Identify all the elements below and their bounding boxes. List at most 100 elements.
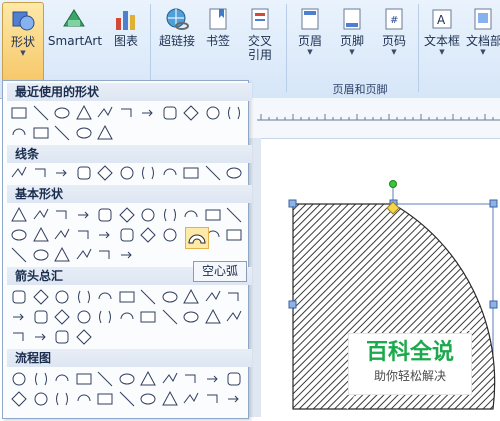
shape-option[interactable] [224,225,244,245]
shape-option[interactable] [74,245,94,265]
shape-option[interactable] [117,369,137,389]
shape-option[interactable] [203,369,223,389]
shape-option[interactable] [117,245,137,265]
shape-option[interactable] [95,369,115,389]
shape-option[interactable] [224,163,244,183]
shape-option[interactable] [203,307,223,327]
shape-option[interactable] [52,205,72,225]
shape-option[interactable] [31,245,51,265]
shape-option[interactable] [31,225,51,245]
shape-option[interactable] [52,103,72,123]
block-arc-shape-highlight[interactable] [185,227,209,249]
shape-option[interactable] [181,307,201,327]
shape-option[interactable] [52,307,72,327]
shape-option[interactable] [138,225,158,245]
shape-option[interactable] [74,369,94,389]
resize-handle[interactable] [489,199,498,208]
shape-option[interactable] [224,389,244,409]
shape-option[interactable] [138,369,158,389]
chart-button[interactable]: 图表 [108,2,144,48]
shape-option[interactable] [117,389,137,409]
shape-option[interactable] [9,245,29,265]
shape-option[interactable] [31,205,51,225]
shape-option[interactable] [181,369,201,389]
shape-option[interactable] [117,103,137,123]
shape-option[interactable] [9,389,29,409]
shape-option[interactable] [138,389,158,409]
shape-option[interactable] [31,389,51,409]
shape-option[interactable] [9,307,29,327]
shape-option[interactable] [9,123,29,143]
shape-option[interactable] [224,369,244,389]
shape-option[interactable] [9,225,29,245]
shape-option[interactable] [52,225,72,245]
shape-option[interactable] [203,103,223,123]
shape-option[interactable] [95,307,115,327]
shape-option[interactable] [117,287,137,307]
shape-option[interactable] [74,225,94,245]
shape-option[interactable] [138,103,158,123]
shape-option[interactable] [181,389,201,409]
shapes-button[interactable]: 形状 ▼ [2,2,44,84]
document-parts-button[interactable]: 文档部 ▼ [466,2,500,57]
shape-option[interactable] [138,163,158,183]
shape-option[interactable] [138,307,158,327]
shape-option[interactable] [117,205,137,225]
shape-option[interactable] [31,103,51,123]
shape-option[interactable] [160,205,180,225]
shape-option[interactable] [117,225,137,245]
shape-option[interactable] [138,287,158,307]
shape-option[interactable] [9,327,29,347]
shape-option[interactable] [95,245,115,265]
shape-option[interactable] [224,307,244,327]
shape-option[interactable] [181,103,201,123]
shape-option[interactable] [31,369,51,389]
shape-option[interactable] [203,287,223,307]
shape-option[interactable] [95,389,115,409]
shape-option[interactable] [117,307,137,327]
shape-option[interactable] [203,205,223,225]
shape-option[interactable] [160,369,180,389]
shape-option[interactable] [95,205,115,225]
hyperlink-button[interactable]: 超链接 [155,2,199,48]
bookmark-button[interactable]: 书签 [202,2,234,48]
shape-option[interactable] [181,163,201,183]
shape-option[interactable] [160,287,180,307]
page-number-button[interactable]: # 页码 ▼ [376,2,412,57]
resize-handle[interactable] [288,300,297,309]
shape-option[interactable] [9,103,29,123]
shape-option[interactable] [9,287,29,307]
shape-option[interactable] [74,287,94,307]
shape-option[interactable] [52,389,72,409]
shape-option[interactable] [31,287,51,307]
shape-option[interactable] [9,205,29,225]
shape-option[interactable] [160,389,180,409]
shape-option[interactable] [74,327,94,347]
shape-option[interactable] [52,123,72,143]
shape-option[interactable] [9,369,29,389]
shape-option[interactable] [52,287,72,307]
shape-option[interactable] [74,103,94,123]
shape-option[interactable] [52,245,72,265]
shape-option[interactable] [74,389,94,409]
shape-option[interactable] [160,163,180,183]
shape-option[interactable] [160,103,180,123]
shape-option[interactable] [52,327,72,347]
shape-option[interactable] [31,327,51,347]
rotation-handle[interactable] [389,180,397,188]
shape-option[interactable] [181,205,201,225]
shape-option[interactable] [52,163,72,183]
cross-reference-button[interactable]: 交叉 引用 [240,2,280,62]
shape-option[interactable] [31,307,51,327]
shape-option[interactable] [95,225,115,245]
shape-option[interactable] [74,205,94,225]
shape-option[interactable] [117,163,137,183]
shape-option[interactable] [95,163,115,183]
shape-option[interactable] [74,123,94,143]
shape-option[interactable] [181,287,201,307]
shape-option[interactable] [160,225,180,245]
header-button[interactable]: 页眉 ▼ [292,2,328,57]
shape-option[interactable] [95,103,115,123]
shape-option[interactable] [138,205,158,225]
resize-handle[interactable] [489,300,498,309]
